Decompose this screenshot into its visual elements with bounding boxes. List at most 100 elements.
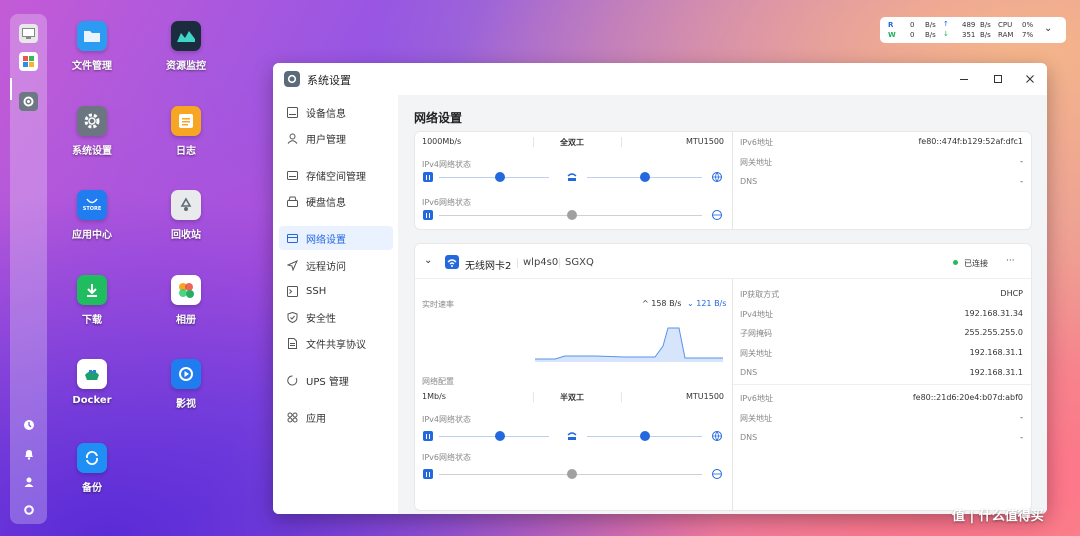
desktop-icon[interactable] bbox=[19, 24, 38, 43]
expand-chevron-icon[interactable]: ⌄ bbox=[1044, 23, 1052, 34]
connected-status-dot bbox=[953, 260, 958, 265]
device-icon bbox=[286, 106, 298, 118]
router-icon bbox=[567, 173, 577, 181]
device-icon bbox=[423, 469, 433, 479]
sidebar-item-apps[interactable]: 应用 bbox=[279, 405, 393, 429]
sidebar-item-device-info[interactable]: 设备信息 bbox=[279, 100, 393, 124]
docker-icon bbox=[77, 359, 107, 389]
sidebar-item-remote-access[interactable]: 远程访问 bbox=[279, 253, 393, 277]
read-unit: B/s bbox=[925, 21, 936, 29]
window-titlebar[interactable]: 系统设置 bbox=[273, 63, 1047, 95]
backup-sync-icon bbox=[77, 443, 107, 473]
desktop-resource-monitor[interactable]: 资源监控 bbox=[141, 21, 231, 72]
sidebar-item-security[interactable]: 安全性 bbox=[279, 305, 393, 329]
sidebar-item-label: 网络设置 bbox=[306, 234, 346, 246]
sidebar-item-label: UPS 管理 bbox=[306, 376, 349, 388]
info-label: 网关地址 bbox=[740, 414, 772, 423]
window-title: 系统设置 bbox=[307, 74, 351, 87]
desktop-recycle-bin[interactable]: 回收站 bbox=[141, 190, 231, 241]
network-config-label: 网络配置 bbox=[422, 377, 454, 386]
desktop-icon-label: 日志 bbox=[176, 146, 196, 157]
apps-grid-icon bbox=[286, 411, 298, 423]
subnet-mask: 255.255.255.0 bbox=[964, 328, 1023, 337]
status-check-dot bbox=[495, 172, 505, 182]
app-grid-icon[interactable] bbox=[19, 52, 38, 71]
upload-arrow-icon: ^ bbox=[642, 299, 649, 308]
desktop-app-center[interactable]: STORE 应用中心 bbox=[47, 190, 137, 241]
dock-gear-icon[interactable] bbox=[19, 500, 38, 519]
desktop-video[interactable]: 影视 bbox=[141, 359, 231, 410]
sidebar-item-users[interactable]: 用户管理 bbox=[279, 126, 393, 150]
sidebar-item-ups[interactable]: UPS 管理 bbox=[279, 368, 393, 392]
router-icon bbox=[567, 432, 577, 440]
dock-settings-icon[interactable] bbox=[19, 92, 38, 111]
upload-value: 489 bbox=[962, 21, 976, 29]
realtime-rate-label: 实时速率 bbox=[422, 300, 454, 309]
ipv4-status-label: IPv4网络状态 bbox=[422, 160, 472, 169]
sidebar-item-disk-info[interactable]: 硬盘信息 bbox=[279, 189, 393, 213]
page-title: 网络设置 bbox=[414, 111, 463, 125]
recycle-icon bbox=[171, 190, 201, 220]
storage-icon bbox=[286, 169, 298, 181]
device-icon bbox=[423, 431, 433, 441]
cpu-value: 0% bbox=[1022, 21, 1034, 29]
globe-icon bbox=[712, 431, 722, 441]
more-options-button[interactable]: ··· bbox=[1006, 256, 1015, 266]
info-label: 子网掩码 bbox=[740, 329, 772, 338]
upload-rate-value: 158 B/s bbox=[651, 299, 682, 308]
desktop-log[interactable]: 日志 bbox=[141, 106, 231, 157]
ipv4-address: 192.168.31.34 bbox=[964, 309, 1023, 318]
globe-icon bbox=[712, 469, 722, 479]
info-label: IP获取方式 bbox=[740, 290, 780, 299]
sidebar-item-label: 文件共享协议 bbox=[306, 339, 366, 351]
mtu-value: MTU1500 bbox=[686, 392, 725, 401]
sidebar-item-ssh[interactable]: SSH bbox=[279, 279, 393, 303]
sidebar-item-storage[interactable]: 存储空间管理 bbox=[279, 163, 393, 187]
desktop-docker[interactable]: Docker bbox=[47, 359, 137, 406]
store-icon: STORE bbox=[77, 190, 107, 220]
gateway-value: 192.168.31.1 bbox=[969, 348, 1023, 357]
desktop-icon-label: 回收站 bbox=[171, 230, 201, 241]
download-icon bbox=[77, 275, 107, 305]
notification-bell-icon[interactable] bbox=[19, 444, 38, 463]
collapse-chevron-icon[interactable]: ⌄ bbox=[424, 255, 432, 266]
sidebar-item-network[interactable]: 网络设置 bbox=[279, 226, 393, 250]
wifi-icon bbox=[445, 255, 459, 269]
desktop-file-manager[interactable]: 文件管理 bbox=[47, 21, 137, 72]
desktop-backup[interactable]: 备份 bbox=[47, 443, 137, 494]
ups-icon bbox=[286, 374, 298, 386]
duplex-mode: 全双工 bbox=[560, 138, 584, 147]
desktop-download[interactable]: 下载 bbox=[47, 275, 137, 326]
desktop-photos[interactable]: 相册 bbox=[141, 275, 231, 326]
info-label: 网关地址 bbox=[740, 349, 772, 358]
disk-icon bbox=[286, 195, 298, 207]
user-icon[interactable] bbox=[19, 472, 38, 491]
sidebar-item-label: 存储空间管理 bbox=[306, 171, 366, 183]
desktop-icon-label: 文件管理 bbox=[72, 61, 112, 72]
send-icon bbox=[286, 259, 298, 271]
shield-icon bbox=[286, 311, 298, 323]
settings-window: 系统设置 设备信息 用户管理 存储空间管理 硬盘信息 网络设置 远程访问 SSH… bbox=[273, 63, 1047, 514]
upload-unit: B/s bbox=[980, 21, 991, 29]
photos-icon bbox=[171, 275, 201, 305]
close-button[interactable] bbox=[1020, 69, 1040, 89]
sidebar-item-label: 设备信息 bbox=[306, 108, 346, 120]
minimize-button[interactable] bbox=[954, 69, 974, 89]
status-check-dot bbox=[495, 431, 505, 441]
maximize-button[interactable] bbox=[988, 69, 1008, 89]
desktop-system-settings[interactable]: 系统设置 bbox=[47, 106, 137, 157]
device-icon bbox=[423, 210, 433, 220]
gateway-value: - bbox=[1020, 157, 1023, 166]
network-card-wired: 1000Mb/s 全双工 MTU1500 IPv4网络状态 IPv6网络状态 I… bbox=[414, 131, 1032, 230]
sidebar-item-label: 用户管理 bbox=[306, 134, 346, 146]
info-label: IPv6地址 bbox=[740, 394, 774, 403]
video-play-icon bbox=[171, 359, 201, 389]
sidebar-item-label: SSH bbox=[306, 285, 327, 297]
ipv6-status-label: IPv6网络状态 bbox=[422, 453, 472, 462]
dock-clock-icon[interactable] bbox=[19, 415, 38, 434]
rate-sparkline bbox=[535, 327, 723, 362]
connection-status: 已连接 bbox=[964, 259, 988, 268]
network-card-wireless: ⌄ 无线网卡2 wlp4s0 SGXQ 已连接 ··· 实时速率 ^ 158 B… bbox=[414, 243, 1032, 511]
ipv6-status-label: IPv6网络状态 bbox=[422, 198, 472, 207]
sidebar-item-file-sharing[interactable]: 文件共享协议 bbox=[279, 331, 393, 355]
